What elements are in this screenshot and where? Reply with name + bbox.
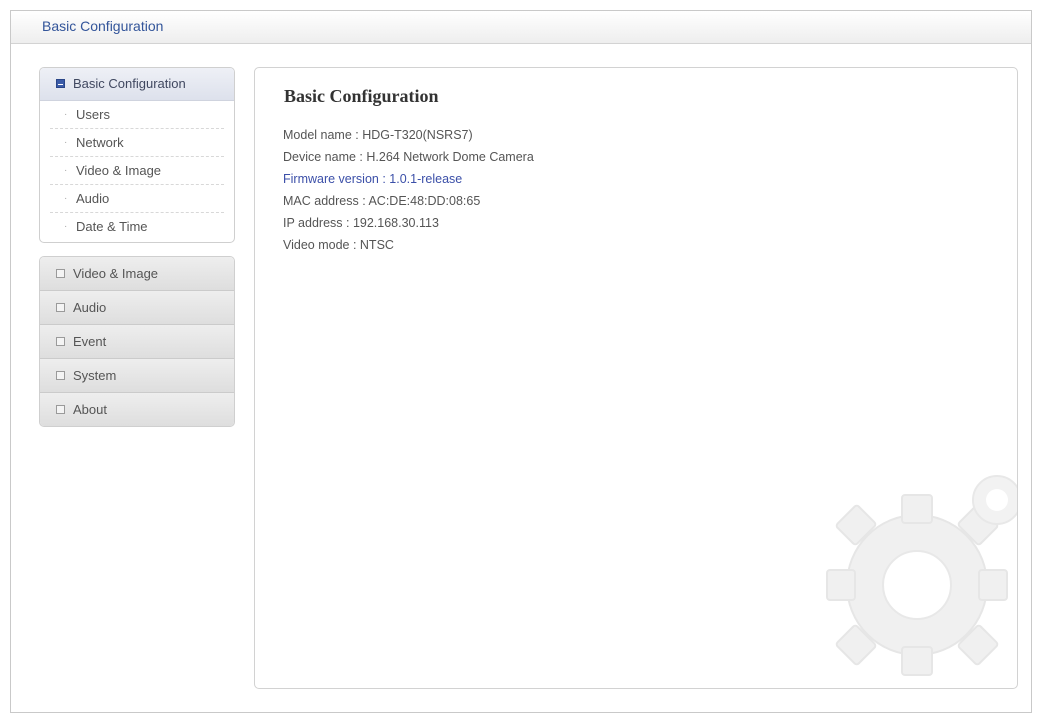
sidebar-item-video-image[interactable]: · Video & Image (50, 157, 224, 185)
expand-square-icon (56, 337, 65, 347)
mac-address-info: MAC address : AC:DE:48:DD:08:65 (283, 194, 481, 208)
main-content-panel: Basic Configuration Model name : HDG-T32… (254, 67, 1018, 689)
bullet-icon: · (64, 137, 68, 148)
menu-item-audio[interactable]: Audio (40, 291, 234, 325)
page-header-title: Basic Configuration (42, 18, 164, 34)
bullet-icon: · (64, 109, 68, 120)
sidebar-item-audio[interactable]: · Audio (50, 185, 224, 213)
sidebar-item-label: Video & Image (76, 163, 162, 178)
expand-square-icon (56, 303, 65, 313)
bullet-icon: · (64, 221, 68, 232)
menu-item-label: Audio (73, 300, 107, 315)
device-name-info: Device name : H.264 Network Dome Camera (283, 150, 534, 164)
collapse-square-icon (56, 79, 65, 89)
video-mode-info: Video mode : NTSC (283, 238, 394, 252)
ip-address-info: IP address : 192.168.30.113 (283, 216, 439, 230)
basic-configuration-panel: Basic Configuration · Users · Network · Vid… (39, 67, 235, 243)
menu-item-label: About (73, 402, 107, 417)
main-menu: Video & Image Audio Event System About (39, 256, 235, 427)
sidebar-item-label: Network (76, 135, 124, 150)
firmware-version-link[interactable]: Firmware version : 1.0.1-release (283, 168, 534, 190)
bullet-icon: · (64, 165, 68, 176)
sidebar-section-label: Basic Configuration (73, 76, 186, 91)
expand-square-icon (56, 371, 65, 381)
sidebar-section-basic-configuration[interactable]: Basic Configuration (40, 68, 234, 101)
menu-item-system[interactable]: System (40, 359, 234, 393)
sidebar-item-date-time[interactable]: · Date & Time (50, 213, 224, 242)
sidebar-item-users[interactable]: · Users (50, 101, 224, 129)
sidebar-item-label: Audio (76, 191, 110, 206)
sidebar-item-label: Date & Time (76, 219, 148, 234)
sidebar-item-network[interactable]: · Network (50, 129, 224, 157)
menu-item-label: Event (73, 334, 107, 349)
sidebar: Basic Configuration · Users · Network · Vid… (39, 67, 235, 427)
app-window: Basic Configuration Basic Configuration … (10, 10, 1032, 713)
menu-item-label: System (73, 368, 117, 383)
menu-item-video-image[interactable]: Video & Image (40, 257, 234, 291)
expand-square-icon (56, 269, 65, 279)
sidebar-item-label: Users (76, 107, 110, 122)
page-title: Basic Configuration (284, 86, 439, 106)
expand-square-icon (56, 405, 65, 415)
gear-icon (826, 475, 1017, 676)
menu-item-about[interactable]: About (40, 393, 234, 426)
device-info-list: Model name : HDG-T320(NSRS7) Device name… (283, 124, 534, 256)
model-name-info: Model name : HDG-T320(NSRS7) (283, 128, 473, 142)
menu-item-event[interactable]: Event (40, 325, 234, 359)
top-bar: Basic Configuration (11, 11, 1031, 44)
menu-item-label: Video & Image (73, 266, 159, 281)
bullet-icon: · (64, 193, 68, 204)
